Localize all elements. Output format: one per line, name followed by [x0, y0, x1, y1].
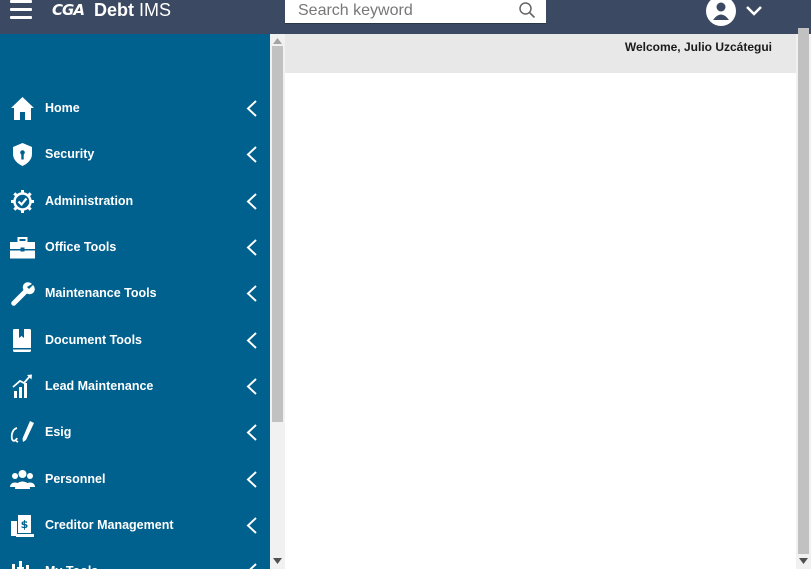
home-icon: [11, 97, 34, 120]
chevron-left-icon: [246, 100, 257, 117]
sidebar-item-label: Document Tools: [45, 333, 142, 347]
chevron-left-icon: [246, 146, 257, 163]
money-doc-icon: $: [11, 515, 34, 537]
shield-icon: [13, 143, 32, 166]
briefcase-icon: [10, 237, 35, 259]
svg-text:$: $: [21, 518, 29, 531]
sidebar-item-label: Personnel: [45, 472, 106, 486]
book-icon: [13, 329, 31, 352]
sidebar-item-security[interactable]: Security: [0, 134, 270, 174]
sidebar-item-office-tools[interactable]: Office Tools: [0, 227, 270, 267]
sidebar-item-label: Esig: [45, 425, 72, 439]
chevron-left-icon: [246, 378, 257, 395]
sidebar-scroll-thumb[interactable]: [272, 46, 283, 422]
sidebar: Home Security Administration Office Tool…: [0, 34, 270, 569]
sidebar-item-label: Home: [45, 101, 80, 115]
chart-icon: [12, 374, 32, 398]
app-name: Debt IMS: [94, 0, 172, 20]
main-scrollbar[interactable]: [796, 28, 811, 569]
chevron-left-icon: [249, 563, 257, 569]
search-icon[interactable]: [518, 1, 536, 19]
scroll-down-arrow-icon[interactable]: [799, 558, 808, 564]
sidebar-item-maintenance-tools[interactable]: Maintenance Tools: [0, 273, 270, 313]
sidebar-item-administration[interactable]: Administration: [0, 181, 270, 221]
sidebar-item-label: Security: [45, 147, 95, 161]
chevron-left-icon: [246, 471, 257, 488]
gear-check-icon: [11, 190, 34, 213]
sidebar-item-label: Maintenance Tools: [45, 286, 157, 300]
sidebar-item-creditor-management[interactable]: $ Creditor Management: [0, 505, 270, 545]
welcome-message: Welcome, Julio Uzcátegui: [624, 40, 772, 54]
chevron-left-icon: [246, 239, 257, 256]
sidebar-item-label: Administration: [45, 194, 134, 208]
search-input[interactable]: [285, 0, 523, 22]
sidebar-item-label: Lead Maintenance: [45, 379, 154, 393]
people-icon: [10, 470, 35, 489]
logo-mark: CGA: [52, 1, 85, 19]
tools-icon: [12, 561, 29, 569]
main-scroll-thumb[interactable]: [798, 28, 809, 554]
sidebar-item-esig[interactable]: Esig: [0, 412, 270, 452]
sidebar-scrollbar[interactable]: [270, 34, 285, 569]
sidebar-item-label: My Tools: [45, 551, 98, 569]
scroll-up-arrow-icon[interactable]: [273, 38, 282, 44]
chevron-left-icon: [246, 424, 257, 441]
search-box: [285, 0, 546, 24]
top-bar: CGA Debt IMS: [0, 0, 811, 34]
chevron-left-icon: [246, 332, 257, 349]
user-menu[interactable]: [706, 0, 766, 26]
welcome-bar: Welcome, Julio Uzcátegui: [285, 34, 796, 73]
sidebar-item-label: Creditor Management: [45, 518, 174, 532]
sidebar-item-lead-maintenance[interactable]: Lead Maintenance: [0, 366, 270, 406]
sidebar-item-label: Office Tools: [45, 240, 117, 254]
chevron-left-icon: [246, 517, 257, 534]
sidebar-item-document-tools[interactable]: Document Tools: [0, 320, 270, 360]
chevron-down-icon: [746, 6, 762, 16]
sidebar-item-my-tools[interactable]: My Tools: [0, 551, 270, 569]
wrench-icon: [11, 282, 35, 306]
signature-icon: [10, 421, 34, 443]
app-logo[interactable]: CGA Debt IMS: [52, 0, 171, 20]
chevron-left-icon: [246, 193, 257, 210]
sidebar-item-personnel[interactable]: Personnel: [0, 459, 270, 499]
hamburger-menu-icon[interactable]: [10, 0, 32, 20]
sidebar-item-home[interactable]: Home: [0, 88, 270, 128]
chevron-left-icon: [246, 285, 257, 302]
scroll-down-arrow-icon[interactable]: [273, 558, 282, 564]
